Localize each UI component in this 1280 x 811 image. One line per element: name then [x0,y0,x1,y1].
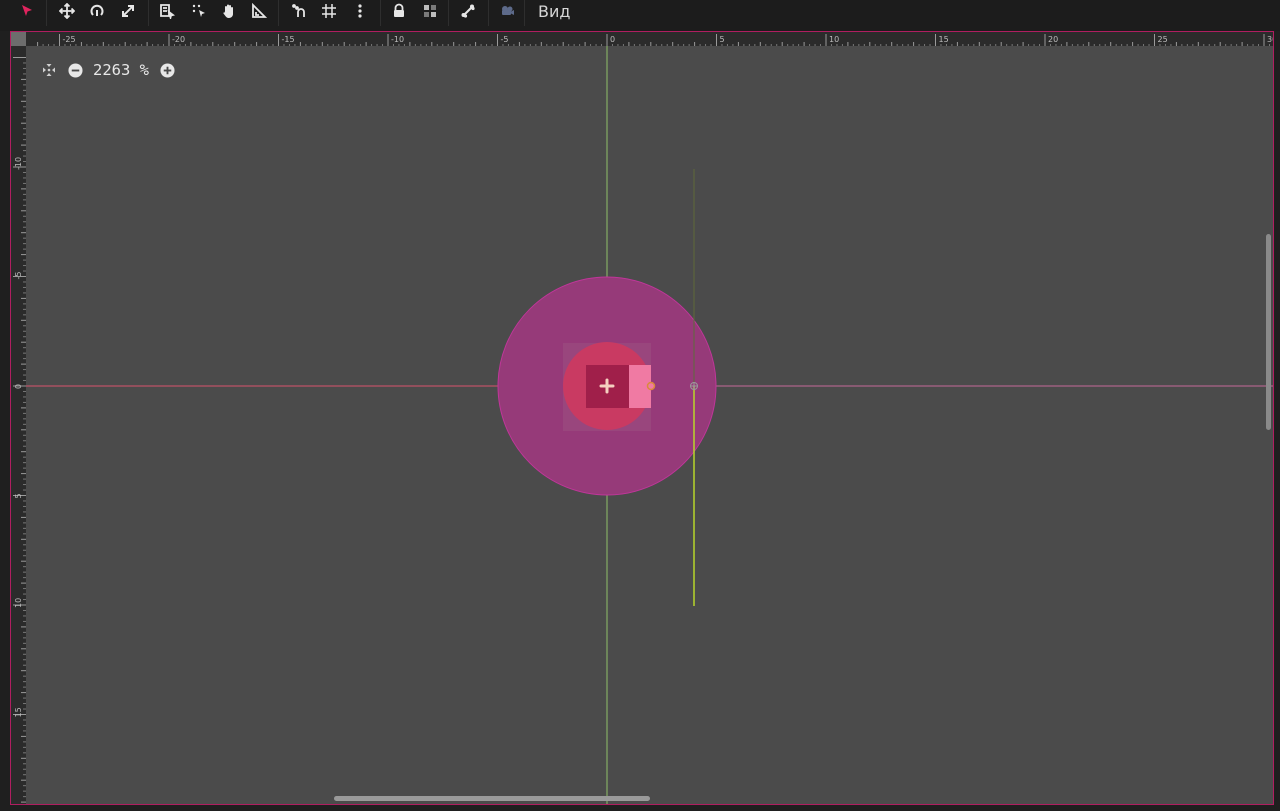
ruler-top-label: -20 [172,35,185,44]
toolbar-separator [380,0,381,26]
toolbar-separator [448,0,449,26]
rotate-tool-icon[interactable] [84,0,110,22]
ruler-top-label: -5 [501,35,509,44]
ruler-top-label: -15 [282,35,295,44]
snap-options-icon[interactable] [347,0,373,22]
toolbar-separator [278,0,279,26]
toolbar-separator [488,0,489,26]
center-view-icon[interactable] [39,60,59,80]
ruler-top-label: 20 [1048,35,1058,44]
ruler-horizontal[interactable]: -25 -20 -15 -10 -5 0 5 10 15 20 25 30 [11,32,1273,46]
ruler-corner [11,32,26,46]
zoom-controls: 2263 % [39,60,177,80]
scale-tool-icon[interactable] [115,0,141,22]
toolbar-separator [148,0,149,26]
ruler-top-label: 5 [720,35,725,44]
ruler-top-label: -10 [391,35,404,44]
ruler-top-label: 15 [939,35,949,44]
group-icon[interactable] [417,0,443,22]
bone-icon[interactable] [455,0,481,22]
ruler-top-label: 0 [610,35,615,44]
pan-tool-icon[interactable] [216,0,242,22]
ruler-vertical[interactable]: -10 -5 0 5 10 15 [11,32,26,804]
pivot-tool-icon[interactable] [186,0,212,22]
handle-point [646,381,656,391]
ruler-top-label: 30 [1267,35,1273,44]
zoom-value[interactable]: 2263 % [93,61,149,79]
ruler-left-label: -10 [14,157,23,170]
scene-canvas[interactable] [11,32,1273,804]
minus-circle-icon[interactable] [65,60,85,80]
ruler-left-label: 15 [14,707,23,717]
smart-snap-icon[interactable] [286,0,312,22]
toolbar-separator [46,0,47,26]
ruler-left-label: -5 [14,272,23,280]
view-menu[interactable]: Вид [530,0,578,22]
ruler-top-label: 25 [1158,35,1168,44]
horizontal-scrollbar[interactable] [334,796,650,801]
toolbar: Вид [0,0,1280,31]
ruler-tool-icon[interactable] [246,0,272,22]
ruler-left-label: 5 [14,493,23,498]
list-select-tool-icon[interactable] [154,0,180,22]
lock-icon[interactable] [386,0,412,22]
plus-circle-icon[interactable] [157,60,177,80]
camera-icon[interactable] [494,0,520,22]
toolbar-separator [524,0,525,26]
grid-snap-icon[interactable] [316,0,342,22]
select-tool-icon[interactable] [14,0,40,22]
move-tool-icon[interactable] [54,0,80,22]
ruler-left-label: 0 [14,384,23,389]
canvas-viewport[interactable]: -25 -20 -15 -10 -5 0 5 10 15 20 25 30 -10 -5 0 5 10 15 2… [10,31,1274,805]
ruler-top-label: 10 [829,35,839,44]
ruler-left-label: 10 [14,598,23,608]
vertical-scrollbar[interactable] [1266,234,1271,430]
ruler-top-label: -25 [63,35,76,44]
